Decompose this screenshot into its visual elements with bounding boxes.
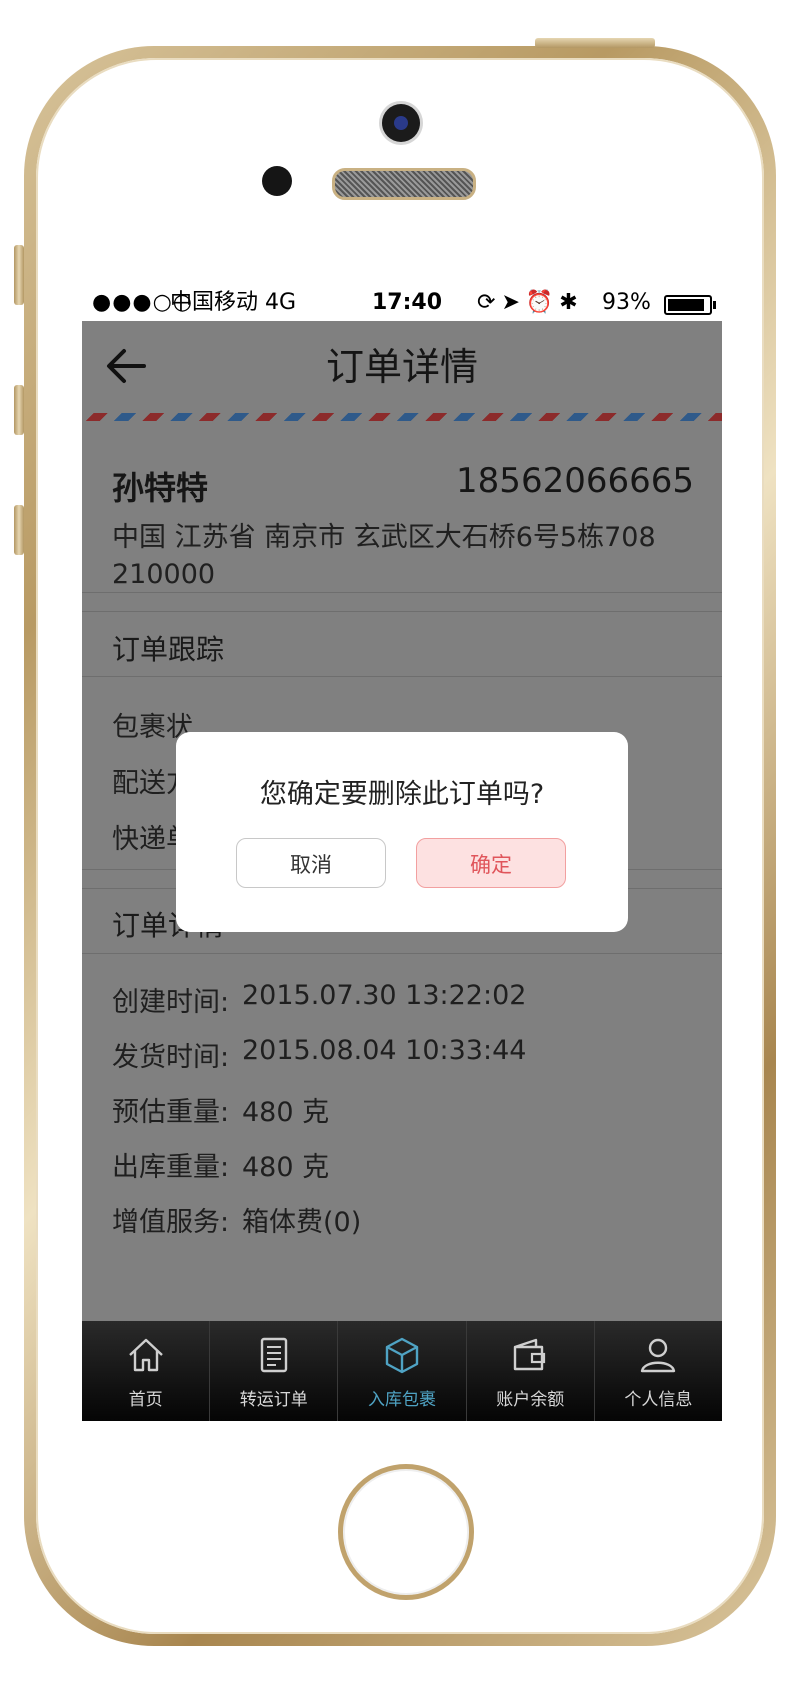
wallet-icon xyxy=(514,1338,546,1371)
earpiece-speaker xyxy=(332,168,476,200)
page-title: 订单详情 xyxy=(325,345,478,389)
detail-value: 箱体费(0) xyxy=(242,1207,362,1238)
detail-label: 增值服务: xyxy=(112,1207,230,1238)
recipient-name: 孙特特 xyxy=(112,469,209,507)
recipient-phone: 18562066665 xyxy=(456,461,694,501)
location-icon: ➤ xyxy=(501,290,526,315)
detail-label: 出库重量: xyxy=(112,1152,230,1183)
tab-home[interactable]: 首页 xyxy=(82,1321,211,1421)
tab-label: 个人信息 xyxy=(624,1390,693,1410)
back-arrow-icon[interactable] xyxy=(104,343,150,389)
divider xyxy=(82,953,722,954)
volume-up-button xyxy=(14,385,24,435)
tab-bar: 首页 转运订单 入库包裹 账户余额 个人信息 xyxy=(82,1321,722,1421)
home-icon xyxy=(128,1338,163,1372)
alarm-icon: ⏰ xyxy=(525,290,560,315)
divider xyxy=(82,611,722,612)
proximity-sensor xyxy=(262,166,292,196)
screen: ●●●○○ 中国移动 4G 17:40 ⟳➤⏰✱ 93% 订单详情 孙特特 18… xyxy=(82,285,722,1421)
rotation-lock-icon: ⟳ xyxy=(477,290,502,315)
divider xyxy=(82,676,722,677)
home-button[interactable] xyxy=(338,1464,474,1600)
package-icon xyxy=(385,1337,419,1374)
dialog-message: 您确定要删除此订单吗? xyxy=(259,779,545,810)
user-icon xyxy=(641,1338,676,1373)
detail-label: 创建时间: xyxy=(112,987,230,1018)
recipient-zip: 210000 xyxy=(112,559,216,590)
tab-label: 账户余额 xyxy=(496,1390,565,1410)
document-icon xyxy=(260,1337,287,1373)
carrier-label: 中国移动 4G xyxy=(170,290,297,315)
detail-label: 预估重量: xyxy=(112,1097,230,1128)
tracking-section-title: 订单跟踪 xyxy=(112,633,225,666)
detail-value: 480 克 xyxy=(242,1097,330,1128)
battery-percent: 93% xyxy=(602,290,651,315)
divider xyxy=(82,592,722,593)
detail-value: 2015.07.30 13:22:02 xyxy=(242,980,527,1011)
tab-packages[interactable]: 入库包裹 xyxy=(338,1321,467,1421)
battery-icon xyxy=(664,295,716,315)
confirm-delete-dialog: 您确定要删除此订单吗? 取消 确定 xyxy=(176,732,628,932)
power-button xyxy=(535,38,655,48)
tab-label: 首页 xyxy=(128,1390,163,1410)
detail-label: 发货时间: xyxy=(112,1042,230,1073)
recipient-address: 中国 江苏省 南京市 玄武区大石桥6号5栋708 xyxy=(112,522,656,553)
tab-orders[interactable]: 转运订单 xyxy=(210,1321,339,1421)
status-icons: ⟳➤⏰✱ xyxy=(477,285,584,321)
cancel-button[interactable]: 取消 xyxy=(236,838,386,888)
front-camera xyxy=(382,104,420,142)
tab-balance[interactable]: 账户余额 xyxy=(467,1321,595,1421)
status-bar: ●●●○○ 中国移动 4G 17:40 ⟳➤⏰✱ 93% xyxy=(82,285,722,321)
detail-value: 480 克 xyxy=(242,1152,330,1183)
tab-profile[interactable]: 个人信息 xyxy=(595,1321,722,1421)
confirm-button[interactable]: 确定 xyxy=(416,838,566,888)
clock: 17:40 xyxy=(372,290,443,315)
mute-switch xyxy=(14,245,24,305)
airmail-stripe xyxy=(82,413,722,421)
tab-label: 入库包裹 xyxy=(368,1390,436,1410)
nav-bar: 订单详情 xyxy=(82,321,722,413)
volume-down-button xyxy=(14,505,24,555)
detail-value: 2015.08.04 10:33:44 xyxy=(242,1035,527,1066)
bluetooth-icon: ✱ xyxy=(559,290,584,315)
tab-label: 转运订单 xyxy=(239,1390,308,1410)
